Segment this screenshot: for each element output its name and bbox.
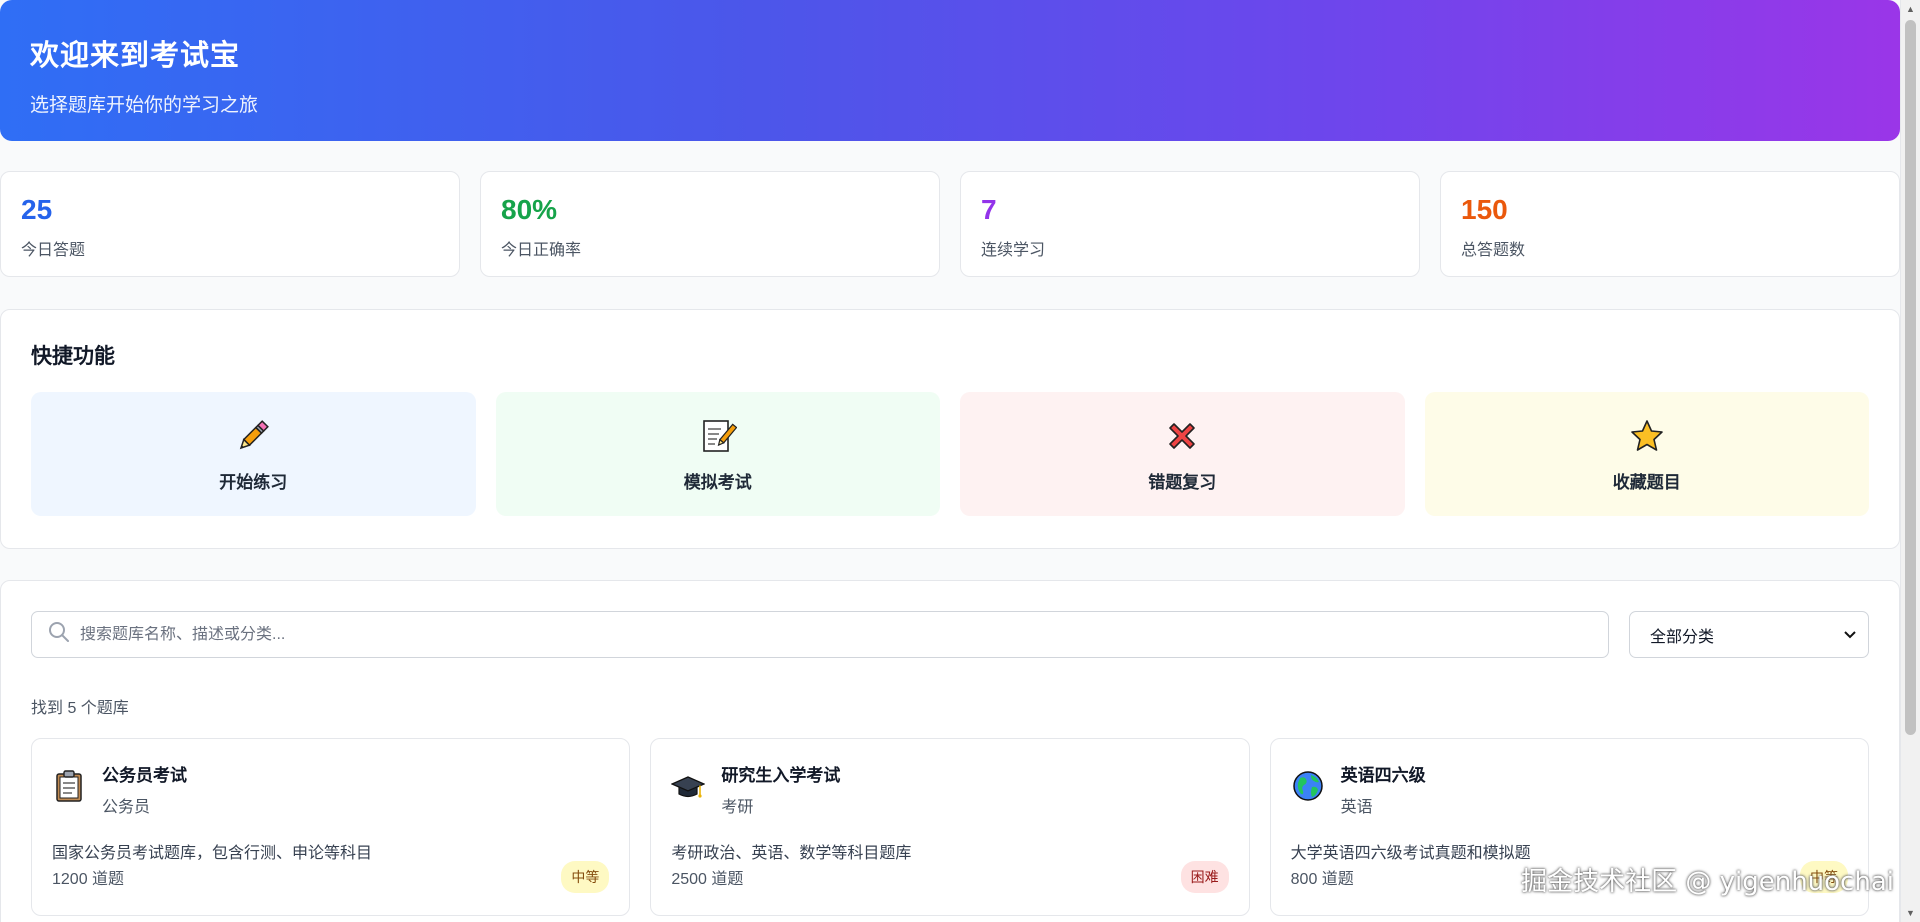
stat-label: 今日正确率 [501,242,582,259]
stat-card-streak: 7 连续学习 [960,171,1420,277]
bank-card[interactable]: 研究生入学考试 考研 考研政治、英语、数学等科目题库 2500 道题 困难 [650,738,1250,916]
welcome-subtitle: 选择题库开始你的学习之旅 [30,95,259,116]
stat-value: 150 [1461,194,1508,225]
search-icon [48,621,70,648]
welcome-title: 欢迎来到考试宝 [30,40,241,72]
bank-card-description: 国家公务员考试题库，包含行测、申论等科目 [52,845,373,862]
bank-card-title: 英语四六级 [1340,766,1426,785]
chevron-down-icon [1844,626,1856,644]
bank-card-footer: 2500 道题 困难 [671,861,1229,893]
quick-actions-title: 快捷功能 [31,345,115,368]
search-box[interactable] [31,611,1609,658]
vertical-scrollbar[interactable]: ▲ ▼ [1900,0,1920,922]
bank-card-title: 研究生入学考试 [721,766,841,785]
bank-card-category: 考研 [721,799,754,816]
scrollbar-thumb[interactable] [1905,20,1916,735]
stat-value: 25 [21,194,53,225]
stat-card-total: 150 总答题数 [1440,171,1900,277]
results-count: 找到 5 个题库 [31,700,129,717]
page: 欢迎来到考试宝 选择题库开始你的学习之旅 25 今日答题 80% 今日正确率 7… [0,0,1900,922]
category-select-value: 全部分类 [1650,628,1715,646]
wrong-questions-review-button[interactable]: 错题复习 [960,392,1405,516]
category-select[interactable]: 全部分类 [1629,611,1869,658]
quick-actions-grid: 开始练习 模拟考试 错题复习 收藏题目 [31,392,1869,516]
globe-icon [1291,769,1325,803]
stat-card-accuracy: 80% 今日正确率 [480,171,940,277]
stat-label: 总答题数 [1461,242,1526,259]
bank-card-category: 英语 [1340,799,1373,816]
start-practice-button[interactable]: 开始练习 [31,392,476,516]
clipboard-icon [52,769,86,803]
stat-label: 今日答题 [21,242,86,259]
scroll-up-arrow-icon[interactable]: ▲ [1906,4,1915,14]
bank-card-description: 考研政治、英语、数学等科目题库 [671,845,912,862]
search-row: 全部分类 [31,611,1869,658]
bank-card-header: 英语四六级 英语 [1291,761,1848,817]
question-count: 2500 道题 [671,871,744,888]
bank-card-description: 大学英语四六级考试真题和模拟题 [1290,845,1531,862]
star-icon [1627,416,1667,456]
bank-card[interactable]: 公务员考试 公务员 国家公务员考试题库，包含行测、申论等科目 1200 道题 中… [31,738,631,916]
stat-value: 7 [981,194,997,225]
stat-card-today-answers: 25 今日答题 [0,171,460,277]
search-input[interactable] [80,625,1592,644]
difficulty-badge: 中等 [561,861,610,893]
bank-card-header: 公务员考试 公务员 [52,761,609,817]
quick-action-label: 错题复习 [1148,472,1217,492]
pencil-icon [233,416,273,456]
quick-action-label: 开始练习 [219,472,288,492]
mock-exam-button[interactable]: 模拟考试 [495,392,940,516]
welcome-banner: 欢迎来到考试宝 选择题库开始你的学习之旅 [0,0,1900,141]
cross-mark-icon [1162,416,1202,456]
bank-card-header: 研究生入学考试 考研 [670,761,1228,817]
difficulty-badge: 困难 [1180,861,1229,893]
bank-card-category: 公务员 [102,799,151,816]
stat-label: 连续学习 [981,242,1046,259]
watermark: 掘金技术社区 @ yigenhuochai [1521,867,1894,897]
question-count: 800 道题 [1290,871,1354,888]
memo-icon [698,416,738,456]
stats-row: 25 今日答题 80% 今日正确率 7 连续学习 150 总答题数 [0,171,1900,277]
favorites-button[interactable]: 收藏题目 [1424,392,1869,516]
bank-card-title: 公务员考试 [102,766,187,785]
quick-action-label: 收藏题目 [1612,472,1681,492]
scroll-down-arrow-icon[interactable]: ▼ [1906,908,1915,918]
quick-actions-panel: 快捷功能 开始练习 模拟考试 错题复习 收藏题目 [0,309,1900,549]
quick-action-label: 模拟考试 [683,472,752,492]
question-count: 1200 道题 [52,871,125,888]
stat-value: 80% [501,194,558,225]
bank-card-footer: 1200 道题 中等 [52,861,610,893]
graduation-cap-icon [670,769,706,803]
